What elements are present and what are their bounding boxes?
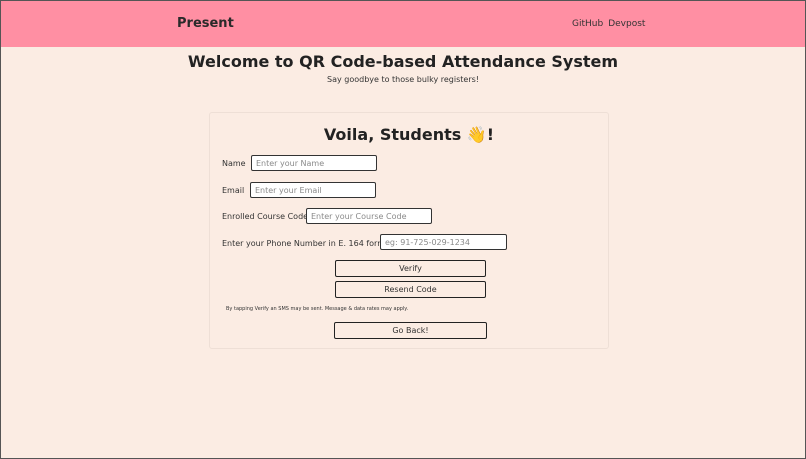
page-subtitle: Say goodbye to those bulky registers!: [326, 75, 479, 84]
card-title-suffix: !: [486, 125, 495, 144]
nav-link-devpost[interactable]: Devpost: [608, 19, 645, 29]
card-title: Voila, Students 👋!: [210, 125, 608, 144]
phone-label: Enter your Phone Number in E. 164 format: [222, 239, 394, 248]
phone-input[interactable]: [380, 234, 507, 250]
email-label: Email: [222, 186, 245, 195]
resend-code-button[interactable]: Resend Code: [335, 281, 486, 298]
email-input[interactable]: [250, 182, 376, 198]
student-form-card: Voila, Students 👋! Name Email Enrolled C…: [209, 112, 609, 349]
name-label: Name: [222, 159, 246, 168]
name-input[interactable]: [251, 155, 377, 171]
waving-hand-icon: 👋: [466, 125, 487, 144]
nav-links: GitHub Devpost: [572, 19, 650, 29]
verify-button[interactable]: Verify: [335, 260, 486, 277]
go-back-button[interactable]: Go Back!: [334, 322, 487, 339]
course-code-label: Enrolled Course Code: [222, 212, 309, 221]
nav-link-github[interactable]: GitHub: [572, 19, 603, 29]
brand-logo[interactable]: Present: [177, 16, 234, 31]
page-title: Welcome to QR Code-based Attendance Syst…: [187, 52, 619, 71]
navbar: Present GitHub Devpost: [1, 1, 805, 47]
course-code-input[interactable]: [306, 208, 432, 224]
sms-disclaimer: By tapping Verify an SMS may be sent. Me…: [226, 306, 409, 312]
card-title-text: Voila, Students: [323, 125, 462, 144]
